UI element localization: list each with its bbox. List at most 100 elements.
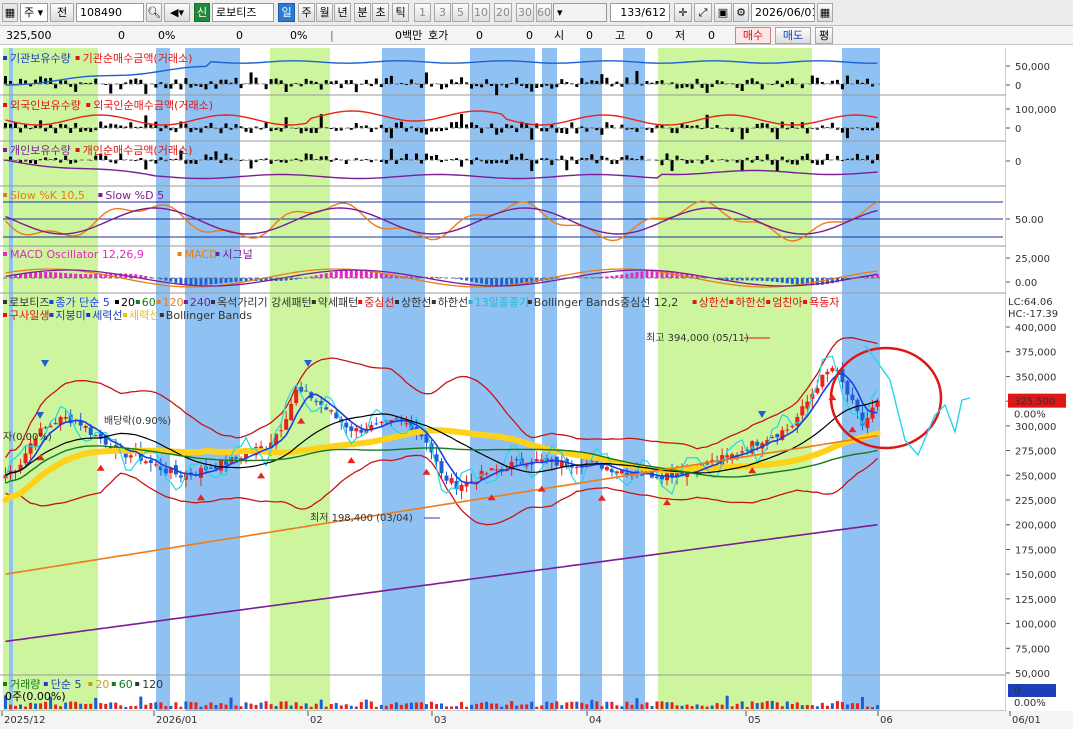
macd-osc-bar [224,278,228,283]
interval-button-1[interactable]: 1 [414,3,431,22]
flow-bar [705,84,709,93]
volume-bar [229,697,233,709]
candle-body [128,455,133,458]
flow-bar [720,81,724,84]
date-input[interactable]: 2026/06/01 [751,3,815,22]
interval-button-3[interactable]: 3 [434,3,451,22]
toolbar: ▦ 주 ▾ 전 108490 🔍︎ ◀▾ 신 로보티즈 일주월년분초틱 1351… [0,0,1073,26]
candle-body [604,466,609,471]
gear-icon[interactable]: ⚙ [733,3,749,22]
stock-chart[interactable]: 최고 394,000 (05/11) 최저 198,400 (03/04) 배당락(… [0,45,1073,729]
volume-axis-label: 0 [1014,686,1020,697]
volume-bar [399,704,403,709]
flow-bar [419,128,423,133]
flow-bar [134,78,138,84]
volume-legend-swatch [43,682,48,686]
volume-bar [815,706,819,709]
macd-osc-bar [775,278,779,283]
flow-bar [339,84,343,89]
candle-body [163,468,168,474]
flow-bar [600,74,604,84]
save-icon[interactable]: ▣ [714,3,732,22]
flow-bar [695,78,699,84]
bar-counter[interactable]: 133/612 [610,3,670,22]
flow-bar [324,156,328,160]
price-legend2-swatch [86,313,91,317]
buy-signal-arrow [828,394,837,401]
flow-bar [374,78,378,84]
speaker-icon[interactable]: ◀▾ [164,3,190,22]
candle-body [284,419,289,430]
interval-input[interactable]: ▾ [553,3,607,22]
volume-bar [790,703,794,709]
macd-osc-bar [495,278,499,286]
volume-bar [114,702,118,709]
macd-osc-bar [635,272,639,278]
flow-bar [765,154,769,160]
period-tab-3[interactable]: 년 [334,3,351,22]
volume-bar [269,704,273,709]
candle-body [865,418,870,428]
divider: | [330,29,334,42]
crosshair-icon[interactable]: ✛ [674,3,692,22]
stock-code-input[interactable]: 108490 [76,3,144,22]
volume-bar [510,701,514,709]
macd-osc-bar [374,272,378,278]
interval-button-60[interactable]: 60 [536,3,552,22]
volume-bar [565,702,569,709]
macd-osc-bar [785,278,789,284]
flow-bar [244,128,248,132]
volume-bar [560,705,564,709]
ratio-annotation: 배당락(0.90%) [104,415,171,427]
volume-bar [69,701,73,709]
candle-body [795,416,800,426]
volume-bar [84,703,88,709]
zoom-icon[interactable]: ⤢ [694,3,712,22]
period-tab-4[interactable]: 분 [354,3,371,22]
period-tab-5[interactable]: 초 [372,3,389,22]
interval-button-10[interactable]: 10 [472,3,490,22]
interval-button-5[interactable]: 5 [452,3,469,22]
flow-bar [560,155,564,160]
market-select[interactable]: 주 ▾ [20,3,48,22]
nav-prev-button[interactable]: 전 [50,3,74,22]
volume-bar [495,703,499,709]
search-icon[interactable]: 🔍︎ [146,3,162,22]
macd-osc-bar [234,278,238,282]
candle-body [148,460,153,463]
period-tab-6[interactable]: 틱 [392,3,409,22]
flow-bar [389,75,393,84]
flow-bar [515,77,519,84]
flow-bar [815,77,819,84]
interval-button-20[interactable]: 20 [494,3,512,22]
period-tab-0[interactable]: 일 [278,3,295,22]
flow-bar [239,84,243,89]
candle-body [63,416,68,419]
buy-button[interactable]: 매수 [735,27,771,44]
sell-button[interactable]: 매도 [775,27,811,44]
candle-body [825,371,830,375]
flow-bar [284,84,288,92]
macd-osc-bar [490,278,494,286]
interval-button-30[interactable]: 30 [516,3,534,22]
grid-menu-icon[interactable]: ▦ [2,3,18,22]
candle-body [88,427,93,436]
candle-body [444,475,449,481]
flow-bar [144,160,148,170]
calendar-icon[interactable]: ▦ [817,3,833,22]
eval-button[interactable]: 평 [815,27,833,44]
macd-osc-bar [349,270,353,278]
volume-bar [630,704,634,709]
volume-bar [605,701,609,709]
foreign-legend-swatch [3,103,7,107]
candle-body [845,381,850,395]
macd-legend-swatch [177,252,182,256]
period-tab-2[interactable]: 월 [316,3,333,22]
price-legend-swatch [135,300,140,304]
flow-bar [114,160,118,164]
period-tab-1[interactable]: 주 [298,3,315,22]
flow-bar [4,76,8,84]
candle-body [404,423,409,425]
candle-body [639,474,644,476]
price-axis-label: 225,000 [1015,496,1056,507]
